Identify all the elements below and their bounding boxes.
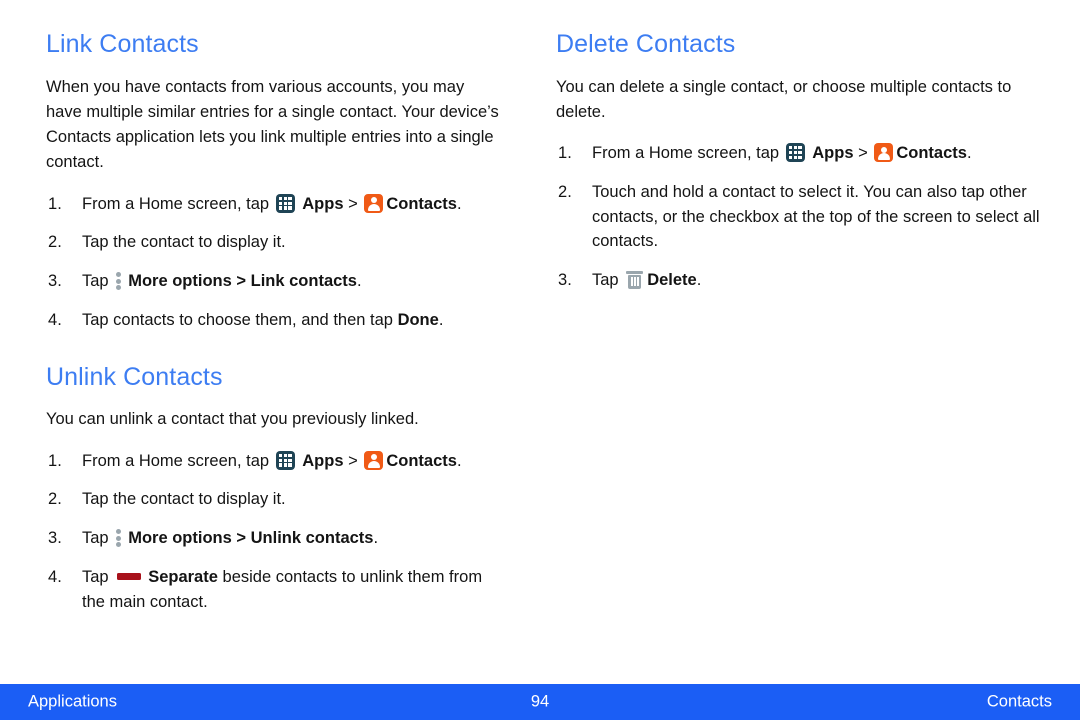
steps-link-contacts: From a Home screen, tap Apps > Contacts.… (46, 192, 500, 333)
apps-icon (785, 143, 805, 163)
separate-icon (117, 572, 142, 580)
step-text-end: . (373, 529, 379, 548)
step-text-pre: From a Home screen, tap (592, 144, 780, 163)
intro-delete-contacts: You can delete a single contact, or choo… (556, 77, 1012, 121)
intro-link-contacts: When you have contacts from various acco… (46, 77, 499, 172)
step-item: Tap More options > Unlink contacts. (46, 526, 500, 551)
apps-label: Apps (302, 194, 344, 213)
step-text-end: . (438, 310, 444, 329)
step-text-pre: Tap (82, 529, 109, 548)
apps-label: Apps (302, 451, 344, 470)
more-options-label: More options (128, 529, 232, 548)
step-text: Touch and hold a contact to select it. Y… (592, 182, 1040, 251)
step-text-pre: From a Home screen, tap (82, 194, 270, 213)
step-separator: > (236, 529, 247, 548)
step-item: Tap More options > Link contacts. (46, 269, 500, 294)
contacts-icon (364, 193, 384, 213)
step-text-pre: Tap contacts to choose them, and then ta… (82, 310, 393, 329)
document-page: Link Contacts When you have contacts fro… (0, 0, 1080, 720)
step-item: Tap contacts to choose them, and then ta… (46, 308, 500, 333)
step-target-label: Link contacts (250, 272, 357, 291)
heading-delete-contacts: Delete Contacts (556, 30, 736, 58)
step-text-pre: From a Home screen, tap (82, 451, 270, 470)
contacts-label: Contacts (386, 451, 457, 470)
right-column: Delete Contacts You can delete a single … (540, 0, 1080, 672)
intro-unlink-contacts: You can unlink a contact that you previo… (46, 410, 419, 429)
section-delete-contacts: Delete Contacts You can delete a single … (556, 30, 1050, 293)
steps-unlink-contacts: From a Home screen, tap Apps > Contacts.… (46, 449, 500, 615)
step-text: Tap the contact to display it. (82, 490, 286, 509)
apps-icon (275, 450, 295, 470)
step-text-end: . (456, 194, 462, 213)
step-separator: > (236, 272, 247, 291)
more-options-label: More options (128, 272, 232, 291)
step-separator: > (858, 144, 868, 163)
step-text-pre: Tap (592, 271, 619, 290)
step-item: From a Home screen, tap Apps > Contacts. (46, 449, 500, 474)
step-text-end: . (356, 272, 362, 291)
step-item: Tap Delete. (556, 268, 1050, 293)
left-column: Link Contacts When you have contacts fro… (0, 0, 540, 672)
step-item: Tap Separate beside contacts to unlink t… (46, 565, 500, 615)
step-separator: > (348, 451, 358, 470)
apps-label: Apps (812, 144, 854, 163)
step-text-end: . (966, 144, 972, 163)
step-text-end: . (696, 271, 702, 290)
section-link-contacts: Link Contacts When you have contacts fro… (46, 30, 500, 333)
step-text-end: . (456, 451, 462, 470)
footer-topic-label: Contacts (986, 692, 1052, 711)
step-item: From a Home screen, tap Apps > Contacts. (46, 192, 500, 217)
step-text: Tap the contact to display it. (82, 233, 286, 252)
step-separator: > (348, 194, 358, 213)
delete-label: Delete (647, 271, 697, 290)
contacts-label: Contacts (896, 144, 967, 163)
apps-icon (275, 193, 295, 213)
step-text-pre: Tap (82, 567, 109, 586)
page-footer: Applications 94 Contacts (0, 684, 1080, 720)
step-item: Tap the contact to display it. (46, 487, 500, 512)
step-item: Touch and hold a contact to select it. Y… (556, 180, 1050, 254)
two-column-body: Link Contacts When you have contacts fro… (0, 0, 1080, 672)
page-number: 94 (530, 692, 550, 711)
step-text-post: beside contacts to unlink them from the … (82, 567, 483, 611)
step-target-label: Unlink contacts (250, 529, 374, 548)
more-options-icon (116, 271, 122, 291)
section-unlink-contacts: Unlink Contacts You can unlink a contact… (46, 363, 500, 615)
done-label: Done (397, 310, 439, 329)
step-text-pre: Tap (82, 272, 109, 291)
heading-unlink-contacts: Unlink Contacts (46, 362, 223, 391)
heading-link-contacts: Link Contacts (46, 30, 199, 58)
step-item: Tap the contact to display it. (46, 230, 500, 255)
separate-label: Separate (148, 567, 218, 586)
contacts-icon (874, 143, 894, 163)
step-item: From a Home screen, tap Apps > Contacts. (556, 141, 1050, 166)
delete-icon (626, 270, 644, 289)
contacts-icon (364, 450, 384, 470)
more-options-icon (116, 528, 122, 548)
steps-delete-contacts: From a Home screen, tap Apps > Contacts.… (556, 141, 1050, 293)
contacts-label: Contacts (386, 194, 457, 213)
